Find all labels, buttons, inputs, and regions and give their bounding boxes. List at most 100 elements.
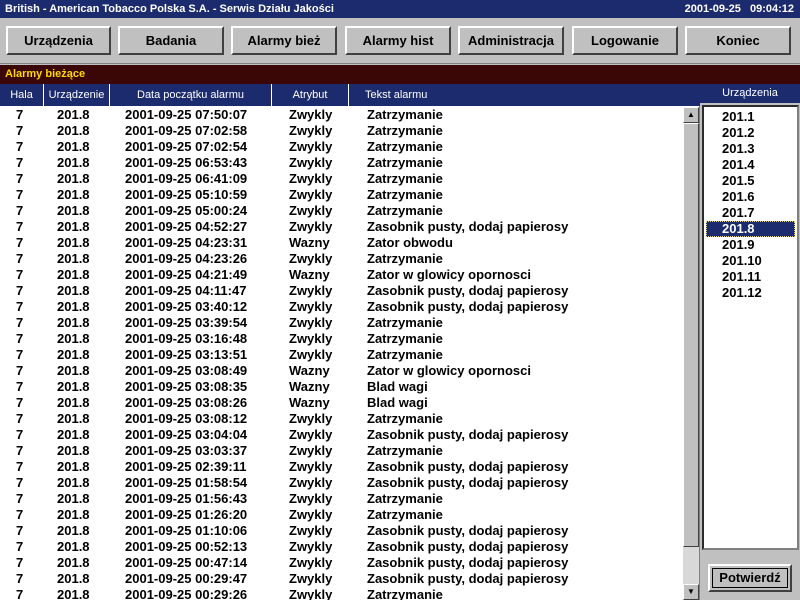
- cell-alarm-text: Blad wagi: [367, 395, 428, 410]
- cell-attribute: Zwykly: [289, 555, 333, 570]
- table-row[interactable]: 7 201.8 2001-09-25 03:40:12 Zwykly Zasobnik …: [0, 299, 683, 315]
- table-row[interactable]: 7 201.8 2001-09-25 03:13:51 Zwykly Zatrzyman…: [0, 347, 683, 363]
- cell-alarm-start: 2001-09-25 04:23:31: [125, 235, 248, 250]
- device-item[interactable]: 201.4: [706, 157, 795, 173]
- table-row[interactable]: 7 201.8 2001-09-25 01:56:43 Zwykly Zatrzyman…: [0, 491, 683, 507]
- login-button[interactable]: Logowanie: [572, 26, 678, 55]
- cell-attribute: Zwykly: [289, 523, 333, 538]
- tests-button[interactable]: Badania: [118, 26, 224, 55]
- cell-device: 201.8: [57, 347, 90, 362]
- table-row[interactable]: 7 201.8 2001-09-25 05:10:59 Zwykly Zatrzyman…: [0, 187, 683, 203]
- table-row[interactable]: 7 201.8 2001-09-25 03:03:37 Zwykly Zatrzyman…: [0, 443, 683, 459]
- table-row[interactable]: 7 201.8 2001-09-25 07:02:58 Zwykly Zatrzyman…: [0, 123, 683, 139]
- cell-alarm-start: 2001-09-25 04:21:49: [125, 267, 248, 282]
- cell-alarm-start: 2001-09-25 01:10:06: [125, 523, 248, 538]
- cell-alarm-text: Zatrzymanie: [367, 139, 443, 154]
- table-row[interactable]: 7 201.8 2001-09-25 01:10:06 Zwykly Zasobnik …: [0, 523, 683, 539]
- cell-alarm-start: 2001-09-25 03:04:04: [125, 427, 248, 442]
- cell-alarm-start: 2001-09-25 07:02:58: [125, 123, 248, 138]
- cell-alarm-start: 2001-09-25 00:29:47: [125, 571, 248, 586]
- table-row[interactable]: 7 201.8 2001-09-25 04:11:47 Zwykly Zasobnik …: [0, 283, 683, 299]
- table-row[interactable]: 7 201.8 2001-09-25 02:39:11 Zwykly Zasobnik …: [0, 459, 683, 475]
- scroll-thumb[interactable]: [683, 123, 699, 547]
- exit-button[interactable]: Koniec: [685, 26, 791, 55]
- table-row[interactable]: 7 201.8 2001-09-25 06:53:43 Zwykly Zatrzyman…: [0, 155, 683, 171]
- vertical-scrollbar[interactable]: ▲ ▼: [683, 107, 699, 600]
- table-row[interactable]: 7 201.8 2001-09-25 03:04:04 Zwykly Zasobnik …: [0, 427, 683, 443]
- device-list[interactable]: 201.1 201.2 201.3 201.4 201.5 201.6 201.7 201.8…: [702, 105, 799, 550]
- scroll-down-icon[interactable]: ▼: [683, 584, 699, 600]
- table-row[interactable]: 7 201.8 2001-09-25 00:52:13 Zwykly Zasobnik …: [0, 539, 683, 555]
- alarm-history-button[interactable]: Alarmy hist: [345, 26, 451, 55]
- device-item[interactable]: 201.8: [706, 221, 795, 237]
- scroll-up-icon[interactable]: ▲: [683, 107, 699, 123]
- cell-device: 201.8: [57, 107, 90, 122]
- column-header-alarm-text[interactable]: Tekst alarmu: [349, 84, 700, 106]
- cell-alarm-text: Zasobnik pusty, dodaj papierosy: [367, 283, 569, 298]
- device-item[interactable]: 201.9: [706, 237, 795, 253]
- cell-device: 201.8: [57, 299, 90, 314]
- cell-alarm-start: 2001-09-25 03:08:35: [125, 379, 248, 394]
- table-row[interactable]: 7 201.8 2001-09-25 07:02:54 Zwykly Zatrzyman…: [0, 139, 683, 155]
- cell-alarm-text: Zatrzymanie: [367, 187, 443, 202]
- table-row[interactable]: 7 201.8 2001-09-25 04:23:26 Zwykly Zatrzyman…: [0, 251, 683, 267]
- table-row[interactable]: 7 201.8 2001-09-25 04:52:27 Zwykly Zasobnik …: [0, 219, 683, 235]
- cell-hall: 7: [16, 475, 24, 490]
- cell-alarm-text: Zatrzymanie: [367, 347, 443, 362]
- cell-device: 201.8: [57, 219, 90, 234]
- table-row[interactable]: 7 201.8 2001-09-25 06:41:09 Zwykly Zatrzyman…: [0, 171, 683, 187]
- device-item[interactable]: 201.1: [706, 109, 795, 125]
- table-row[interactable]: 7 201.8 2001-09-25 01:26:20 Zwykly Zatrzyman…: [0, 507, 683, 523]
- device-item[interactable]: 201.12: [706, 285, 795, 301]
- cell-alarm-text: Zasobnik pusty, dodaj papierosy: [367, 299, 569, 314]
- table-row[interactable]: 7 201.8 2001-09-25 03:08:26 Wazny Blad wagi: [0, 395, 683, 411]
- cell-alarm-text: Zasobnik pusty, dodaj papierosy: [367, 427, 569, 442]
- column-header-hall[interactable]: Hala: [0, 84, 44, 106]
- cell-attribute: Zwykly: [289, 571, 333, 586]
- cell-alarm-start: 2001-09-25 01:26:20: [125, 507, 248, 522]
- device-item[interactable]: 201.3: [706, 141, 795, 157]
- devices-button[interactable]: Urządzenia: [6, 26, 111, 55]
- cell-attribute: Zwykly: [289, 203, 333, 218]
- cell-alarm-text: Zasobnik pusty, dodaj papierosy: [367, 571, 569, 586]
- device-item[interactable]: 201.7: [706, 205, 795, 221]
- cell-hall: 7: [16, 443, 24, 458]
- cell-device: 201.8: [57, 587, 90, 600]
- table-row[interactable]: 7 201.8 2001-09-25 07:50:07 Zwykly Zatrzyman…: [0, 107, 683, 123]
- table-row[interactable]: 7 201.8 2001-09-25 04:21:49 Wazny Zator w gl…: [0, 267, 683, 283]
- panel-title: Alarmy bieżące: [0, 65, 800, 84]
- confirm-button[interactable]: Potwierdź: [708, 564, 792, 592]
- table-row[interactable]: 7 201.8 2001-09-25 00:29:47 Zwykly Zasobnik …: [0, 571, 683, 587]
- device-item[interactable]: 201.5: [706, 173, 795, 189]
- table-row[interactable]: 7 201.8 2001-09-25 05:00:24 Zwykly Zatrzyman…: [0, 203, 683, 219]
- cell-alarm-start: 2001-09-25 03:40:12: [125, 299, 248, 314]
- table-row[interactable]: 7 201.8 2001-09-25 00:47:14 Zwykly Zasobnik …: [0, 555, 683, 571]
- table-row[interactable]: 7 201.8 2001-09-25 00:29:26 Zwykly Zatrzyman…: [0, 587, 683, 600]
- device-item[interactable]: 201.2: [706, 125, 795, 141]
- device-panel: Urządzenia 201.1 201.2 201.3 201.4 201.5 201.…: [700, 84, 800, 600]
- cell-alarm-text: Zasobnik pusty, dodaj papierosy: [367, 523, 569, 538]
- column-header-alarm-start[interactable]: Data początku alarmu: [110, 84, 272, 106]
- cell-alarm-start: 2001-09-25 00:52:13: [125, 539, 248, 554]
- cell-hall: 7: [16, 139, 24, 154]
- cell-alarm-start: 2001-09-25 03:03:37: [125, 443, 248, 458]
- cell-hall: 7: [16, 171, 24, 186]
- cell-device: 201.8: [57, 459, 90, 474]
- device-item[interactable]: 201.10: [706, 253, 795, 269]
- table-row[interactable]: 7 201.8 2001-09-25 03:08:49 Wazny Zator w gl…: [0, 363, 683, 379]
- table-row[interactable]: 7 201.8 2001-09-25 03:16:48 Zwykly Zatrzyman…: [0, 331, 683, 347]
- administration-button[interactable]: Administracja: [458, 26, 564, 55]
- table-row[interactable]: 7 201.8 2001-09-25 03:39:54 Zwykly Zatrzyman…: [0, 315, 683, 331]
- table-row[interactable]: 7 201.8 2001-09-25 03:08:12 Zwykly Zatrzyman…: [0, 411, 683, 427]
- device-item[interactable]: 201.11: [706, 269, 795, 285]
- table-row[interactable]: 7 201.8 2001-09-25 01:58:54 Zwykly Zasobnik …: [0, 475, 683, 491]
- column-header-attribute[interactable]: Atrybut: [272, 84, 349, 106]
- table-row[interactable]: 7 201.8 2001-09-25 03:08:35 Wazny Blad wagi: [0, 379, 683, 395]
- current-alarms-button[interactable]: Alarmy bież: [231, 26, 337, 55]
- cell-alarm-start: 2001-09-25 03:08:26: [125, 395, 248, 410]
- main-toolbar: Urządzenia Badania Alarmy bież Alarmy hi…: [0, 18, 800, 64]
- column-header-device[interactable]: Urządzenie: [44, 84, 110, 106]
- cell-hall: 7: [16, 251, 24, 266]
- device-item[interactable]: 201.6: [706, 189, 795, 205]
- table-row[interactable]: 7 201.8 2001-09-25 04:23:31 Wazny Zator obwo…: [0, 235, 683, 251]
